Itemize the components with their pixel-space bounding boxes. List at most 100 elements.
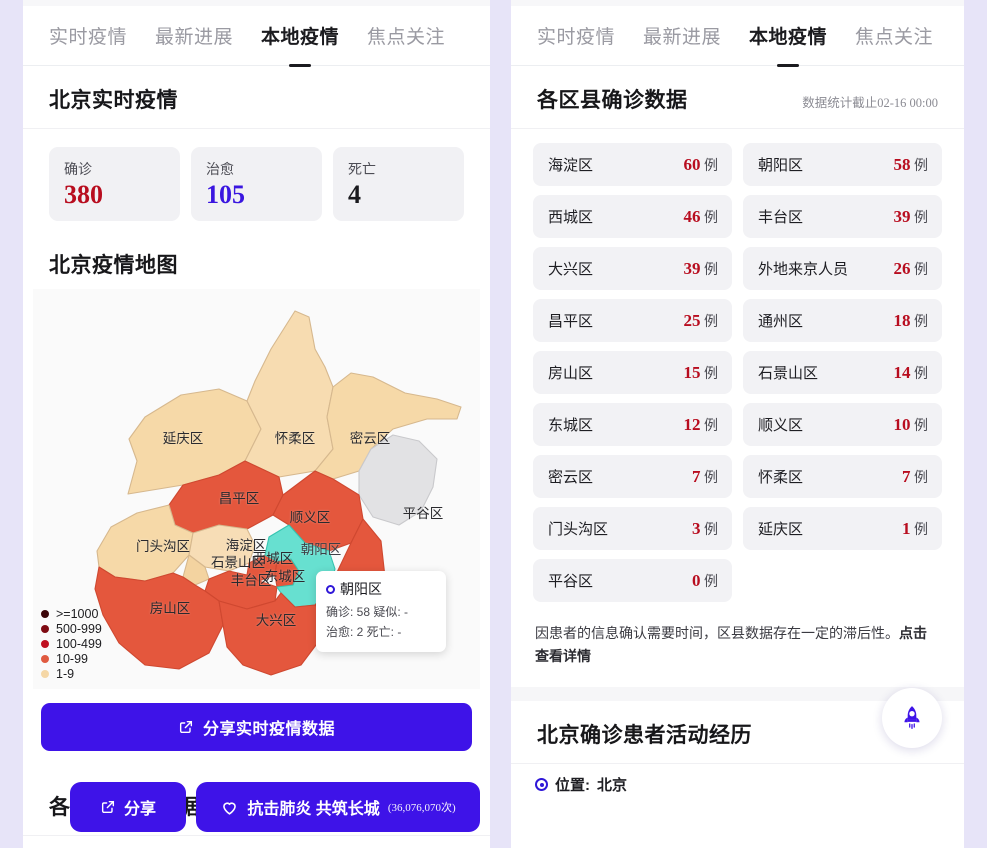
table-row[interactable]: 房山区 15 例: [533, 351, 732, 394]
left-panel: 实时疫情 最新进展 本地疫情 焦点关注 北京实时疫情 确诊 380 治愈 105…: [23, 0, 490, 848]
stat-label: 死亡: [348, 161, 376, 177]
bottom-share-button[interactable]: 分享: [70, 782, 186, 832]
district-name: 平谷区: [548, 573, 594, 590]
district-cases: 39 例: [893, 206, 929, 226]
legend-label: 100-499: [56, 636, 102, 651]
table-row[interactable]: 门头沟区 3 例: [533, 507, 732, 550]
stat-value: 380: [64, 180, 103, 209]
bottom-share-label: 分享: [123, 801, 156, 818]
tab-latest[interactable]: 最新进展: [155, 22, 233, 49]
district-name: 延庆区: [758, 521, 804, 538]
tab-focus[interactable]: 焦点关注: [855, 22, 933, 49]
table-row[interactable]: 延庆区 1 例: [743, 507, 942, 550]
legend-item: 10-99: [41, 651, 102, 666]
district-name: 密云区: [548, 469, 594, 486]
table-row[interactable]: 朝阳区 58 例: [743, 143, 942, 186]
tab-latest[interactable]: 最新进展: [643, 22, 721, 49]
map-section-head: 北京疫情地图: [23, 233, 490, 289]
district-cases: 7 例: [902, 466, 928, 486]
table-row[interactable]: 丰台区 39 例: [743, 195, 942, 238]
data-timestamp: 数据统计截止02-16 00:00: [802, 96, 938, 110]
legend-swatch: [41, 654, 49, 663]
rocket-fab-button[interactable]: [882, 688, 942, 748]
data-lag-note: 因患者的信息确认需要时间，区县数据存在一定的滞后性。点击查看详情: [511, 610, 964, 687]
district-name: 顺义区: [758, 417, 804, 434]
district-cases: 26 例: [893, 258, 929, 278]
district-cases: 1 例: [902, 518, 928, 538]
stat-card-deaths[interactable]: 死亡 4: [333, 147, 464, 222]
right-panel: 实时疫情 最新进展 本地疫情 焦点关注 各区县确诊数据 数据统计截止02-16 …: [511, 0, 964, 848]
legend-label: 10-99: [56, 651, 88, 666]
district-name: 通州区: [758, 313, 804, 330]
table-row[interactable]: 西城区 46 例: [533, 195, 732, 238]
district-name: 丰台区: [758, 209, 804, 226]
district-cases: 46 例: [683, 206, 719, 226]
map-label-pinggu: 平谷区: [402, 506, 444, 522]
table-row[interactable]: 怀柔区 7 例: [743, 455, 942, 498]
legend-item: 500-999: [41, 621, 102, 636]
tab-local[interactable]: 本地疫情: [261, 22, 339, 49]
heart-icon: [223, 801, 237, 815]
tab-realtime[interactable]: 实时疫情: [49, 22, 127, 49]
table-row[interactable]: 石景山区 14 例: [743, 351, 942, 394]
map-label-fengtai: 丰台区: [230, 573, 272, 589]
district-name: 石景山区: [758, 365, 819, 382]
page-title: 北京实时疫情: [49, 89, 178, 112]
table-row[interactable]: 密云区 7 例: [533, 455, 732, 498]
stat-card-group: 确诊 380 治愈 105 死亡 4: [23, 129, 490, 233]
district-name: 怀柔区: [758, 469, 804, 486]
stat-label: 确诊: [64, 161, 92, 177]
table-row[interactable]: 东城区 12 例: [533, 403, 732, 446]
district-name: 大兴区: [548, 261, 594, 278]
table-row[interactable]: 平谷区 0 例: [533, 559, 732, 602]
location-icon: [535, 778, 548, 792]
district-name: 海淀区: [548, 157, 594, 174]
tooltip-line-1: 确诊: 58 疑似: -: [326, 605, 409, 620]
district-cases: 12 例: [683, 414, 719, 434]
table-row[interactable]: 通州区 18 例: [743, 299, 942, 342]
district-cases: 25 例: [683, 310, 719, 330]
stat-card-confirmed[interactable]: 确诊 380: [49, 147, 180, 222]
map-label-yanqing: 延庆区: [162, 431, 204, 447]
stat-value: 4: [348, 180, 361, 209]
map-tooltip: 朝阳区 确诊: 58 疑似: - 治愈: 2 死亡: -: [316, 571, 446, 652]
campaign-label: 抗击肺炎 共筑长城: [247, 801, 380, 818]
map-label-fangshan: 房山区: [149, 601, 191, 617]
tab-local[interactable]: 本地疫情: [749, 22, 827, 49]
tab-focus[interactable]: 焦点关注: [367, 22, 445, 49]
right-edge: [964, 0, 987, 848]
legend-swatch: [41, 609, 49, 618]
right-tab-bar: 实时疫情 最新进展 本地疫情 焦点关注: [511, 6, 964, 66]
rocket-icon: [904, 706, 920, 729]
table-row[interactable]: 顺义区 10 例: [743, 403, 942, 446]
stat-label: 治愈: [206, 161, 234, 177]
share-band: 分享实时疫情数据: [23, 689, 490, 773]
legend-label: >=1000: [56, 606, 99, 621]
right-districts-head: 各区县确诊数据 数据统计截止02-16 00:00: [511, 66, 964, 129]
epidemic-map[interactable]: 延庆区 怀柔区 密云区 昌平区 顺义区 平谷区 门头沟区 海淀区 西城区 石景山…: [33, 289, 480, 690]
left-district-grid: 海淀区 60 例 朝阳区 58 例: [23, 836, 490, 848]
tooltip-district: 朝阳区: [340, 581, 382, 598]
district-cases: 18 例: [893, 310, 929, 330]
map-label-chaoyang: 朝阳区: [300, 542, 342, 558]
table-row[interactable]: 昌平区 25 例: [533, 299, 732, 342]
stat-card-cured[interactable]: 治愈 105: [191, 147, 322, 222]
districts-title: 各区县确诊数据: [537, 89, 688, 112]
app-stage: 实时疫情 最新进展 本地疫情 焦点关注 北京实时疫情 确诊 380 治愈 105…: [0, 0, 987, 848]
location-row[interactable]: 位置: 北京: [511, 764, 964, 795]
share-realtime-data-button[interactable]: 分享实时疫情数据: [41, 703, 472, 752]
campaign-count: (36,076,070次): [387, 802, 456, 814]
map-label-shunyi: 顺义区: [289, 510, 331, 526]
district-name: 东城区: [548, 417, 594, 434]
share-button-label: 分享实时疫情数据: [202, 721, 335, 739]
district-name: 西城区: [548, 209, 594, 226]
table-row[interactable]: 大兴区 39 例: [533, 247, 732, 290]
district-cases: 0 例: [692, 570, 718, 590]
share-icon: [179, 721, 193, 734]
table-row[interactable]: 外地来京人员 26 例: [743, 247, 942, 290]
stat-value: 105: [206, 180, 245, 209]
tab-realtime[interactable]: 实时疫情: [537, 22, 615, 49]
campaign-button[interactable]: 抗击肺炎 共筑长城 (36,076,070次): [196, 782, 480, 832]
table-row[interactable]: 海淀区 60 例: [533, 143, 732, 186]
tooltip-header: 朝阳区: [326, 579, 436, 599]
